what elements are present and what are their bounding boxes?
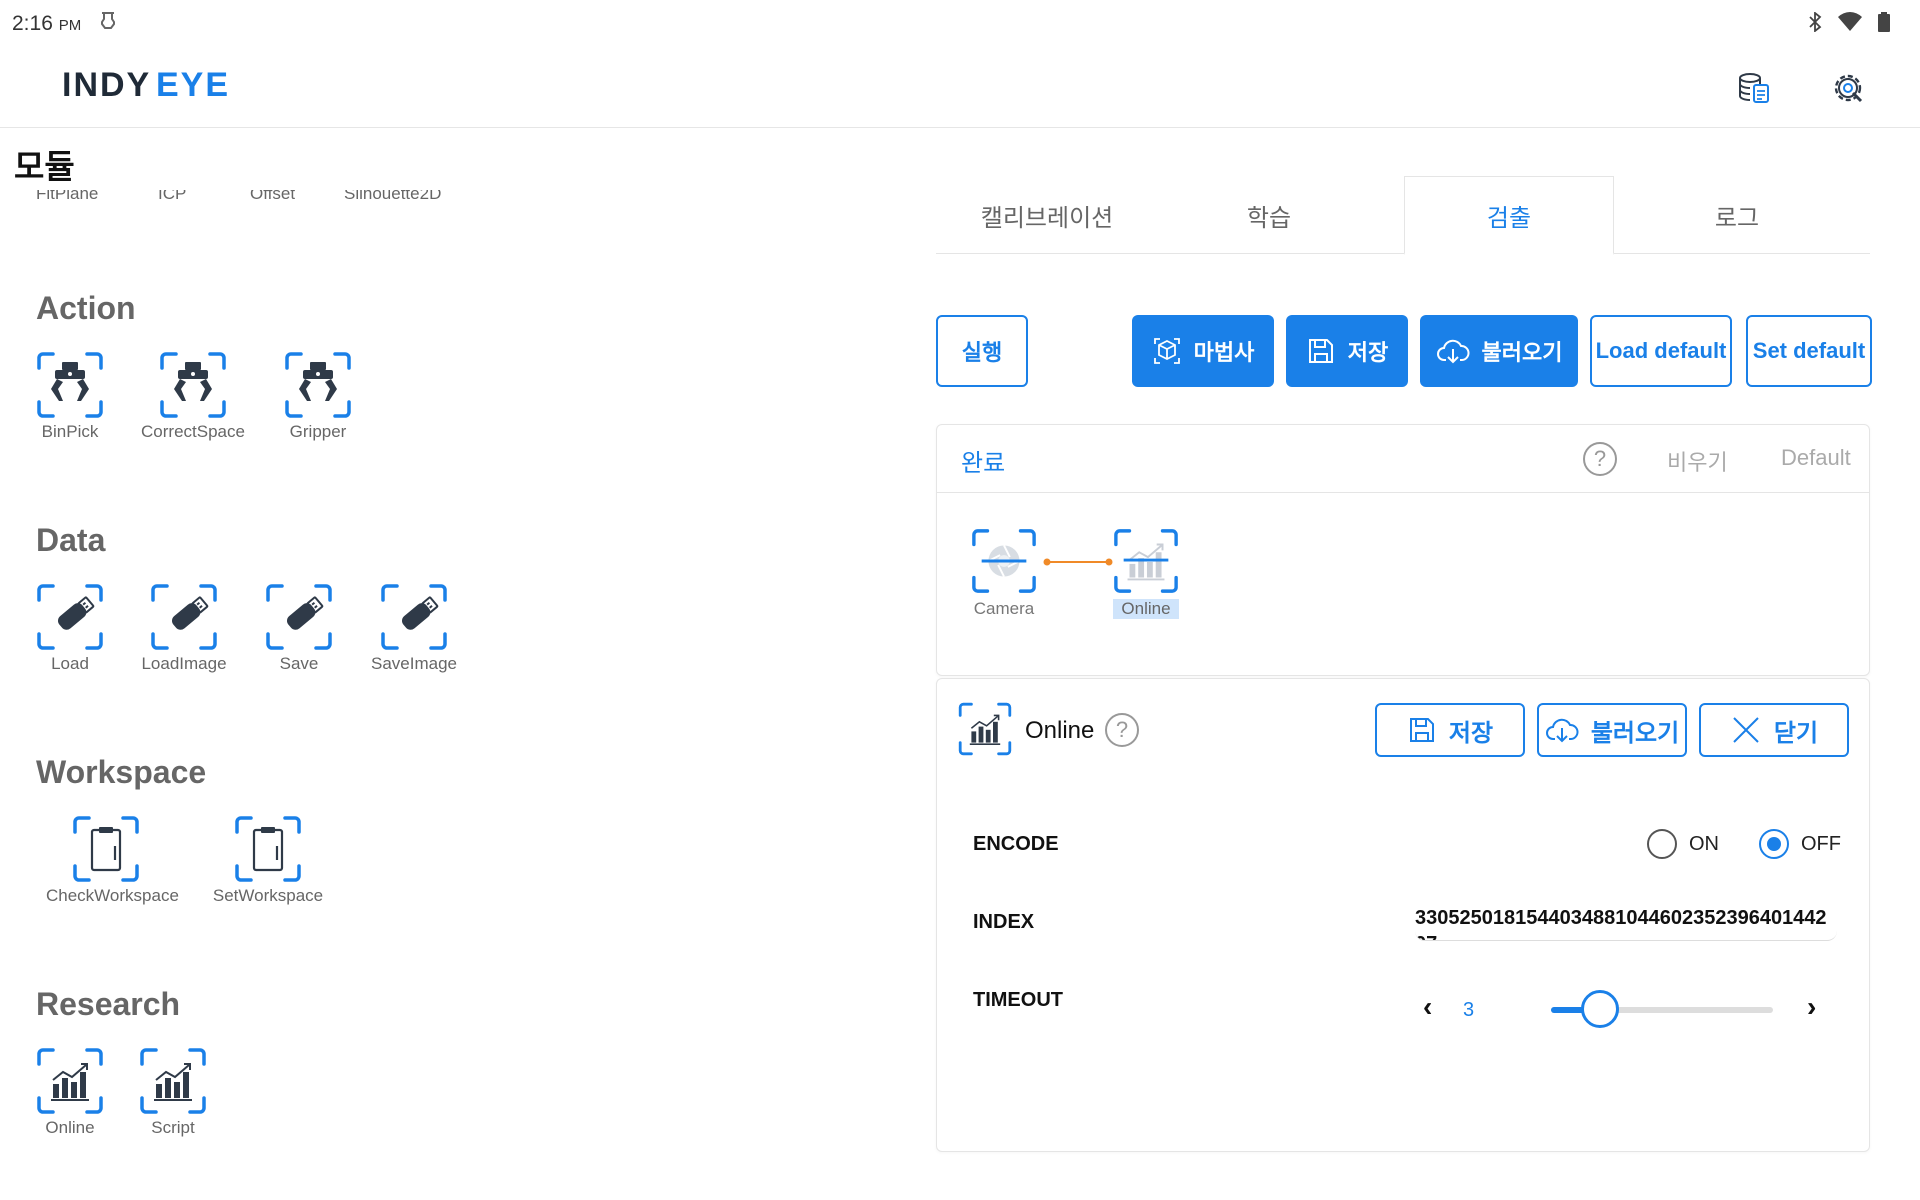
tab-calibration[interactable]: 캘리브레이션 [936,176,1158,254]
timeout-increase-button[interactable]: › [1807,991,1816,1023]
status-time: 2:16 PM [12,12,82,35]
index-field[interactable]: 330525018154403488104460235239640144207 [1415,905,1837,941]
usb-drive-icon [379,582,449,652]
pipeline-status: 완료 [961,450,1006,477]
timeout-decrease-button[interactable]: ‹ [1423,991,1432,1023]
status-bar: 2:16 PM [0,0,1920,46]
gripper-icon [283,350,353,420]
module-item-fitplane[interactable]: FitPlane [36,190,98,204]
timeout-slider[interactable] [1551,990,1773,1028]
wifi-icon [1838,12,1862,31]
tab-log[interactable]: 로그 [1626,176,1848,254]
module-tile-script[interactable]: Script [113,1046,233,1138]
section-title-workspace: Workspace [36,754,207,790]
encode-on-radio[interactable]: ON [1647,829,1719,859]
pipeline-node-online[interactable]: Online [1101,527,1191,619]
clear-button[interactable]: 비우기 [1667,445,1728,477]
help-icon[interactable]: ? [1583,442,1617,476]
index-label: INDEX [973,911,1035,933]
module-tile-loadimage[interactable]: LoadImage [124,582,244,674]
section-title-action: Action [36,290,136,326]
module-tile-online[interactable]: Online [10,1046,130,1138]
pipeline-header: 완료 ? 비우기 Default [937,425,1869,493]
database-doc-icon [1739,73,1769,103]
module-row-partial: FitPlane ICP Offset Silhouette2D [0,190,700,212]
set-default-button[interactable]: Set default [1746,315,1872,387]
tab-bar: 캘리브레이션 학습 검출 로그 [936,176,1870,255]
gripper-icon [35,350,105,420]
cloud-download-icon [1545,718,1579,743]
module-tile-checkworkspace[interactable]: CheckWorkspace [46,814,179,906]
tab-training[interactable]: 학습 [1158,176,1380,254]
bar-chart-icon [35,1046,105,1116]
module-title: 모듈 [14,148,75,185]
module-tile-saveimage[interactable]: SaveImage [354,582,474,674]
node-title: Online [1025,717,1095,744]
usb-drive-icon [264,582,334,652]
timeout-label: TIMEOUT [973,989,1063,1011]
floppy-save-icon [1409,718,1434,742]
svg-text:INDY: INDY [62,68,151,102]
node-load-button[interactable]: 불러오기 [1537,703,1687,757]
pipeline-card: 완료 ? 비우기 Default Camera Online [936,424,1870,676]
pipeline-node-camera[interactable]: Camera [959,527,1049,619]
camera-shutter-icon [970,527,1038,595]
bar-chart-icon [1112,527,1180,595]
module-tile-setworkspace[interactable]: SetWorkspace [208,814,328,906]
gripper-icon [158,350,228,420]
cube-wizard-icon [1153,338,1180,364]
wizard-button[interactable]: 마법사 [1132,315,1274,387]
usb-drive-icon [35,582,105,652]
run-button[interactable]: 실행 [936,315,1028,387]
battery-icon [1878,12,1890,32]
bar-chart-icon [957,701,1013,757]
slider-thumb[interactable] [1580,990,1619,1028]
app-bar: INDY EYE [0,46,1920,128]
node-close-button[interactable]: 닫기 [1699,703,1849,757]
help-icon[interactable]: ? [1105,713,1139,747]
save-button[interactable]: 저장 [1286,315,1408,387]
usb-drive-icon [149,582,219,652]
module-tile-gripper[interactable]: Gripper [258,350,378,442]
timeout-value: 3 [1463,999,1475,1021]
close-icon [1733,717,1759,743]
encode-off-radio[interactable]: OFF [1759,829,1841,859]
module-tile-load[interactable]: Load [10,582,130,674]
floppy-save-icon [1308,339,1333,363]
load-button[interactable]: 불러오기 [1420,315,1578,387]
cloud-download-icon [1436,339,1470,364]
module-tile-save[interactable]: Save [239,582,359,674]
settings-button[interactable] [1826,66,1870,110]
radio-checked-icon [1759,829,1789,859]
clipboard-icon [71,814,141,884]
clipboard-icon [233,814,303,884]
database-doc-button[interactable] [1732,66,1776,110]
bar-chart-icon [138,1046,208,1116]
default-button[interactable]: Default [1781,445,1851,471]
module-item-silhouette2d[interactable]: Silhouette2D [344,190,441,204]
encode-label: ENCODE [973,833,1059,855]
load-default-button[interactable]: Load default [1590,315,1732,387]
module-tile-correctspace[interactable]: CorrectSpace [133,350,253,442]
module-tile-binpick[interactable]: BinPick [10,350,130,442]
svg-text:EYE: EYE [156,68,230,102]
node-detail-card: Online ? 저장 불러오기 닫기 ENCODE ON OFF INDEX … [936,678,1870,1152]
settings-gear-icon [1834,74,1863,103]
radio-unchecked-icon [1647,829,1677,859]
bluetooth-icon [1809,12,1822,32]
tab-detection[interactable]: 검출 [1404,176,1614,255]
module-item-icp[interactable]: ICP [158,190,186,204]
section-title-data: Data [36,522,106,558]
section-title-research: Research [36,986,181,1022]
node-save-button[interactable]: 저장 [1375,703,1525,757]
module-item-offset[interactable]: Offset [250,190,295,204]
app-logo: INDY EYE [62,66,242,107]
notification-icon [101,12,115,29]
